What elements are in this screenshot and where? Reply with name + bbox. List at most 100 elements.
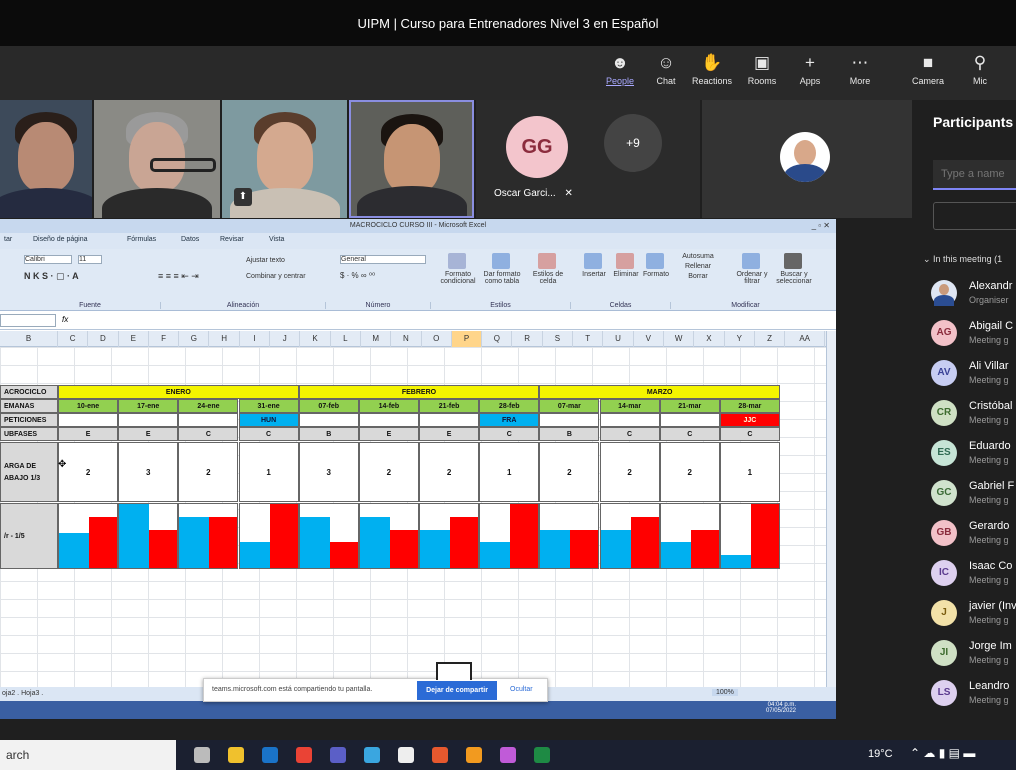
bold-italic-underline-buttons[interactable]: N K S · ▢ · A [24, 271, 79, 282]
column-header[interactable]: B [0, 331, 58, 347]
column-header[interactable]: G [179, 331, 210, 347]
video-tile-3[interactable]: ⬆ [222, 100, 347, 218]
participant-item[interactable]: JI Jorge Im Meeting g [931, 636, 1016, 674]
participant-item[interactable]: GB Gerardo Meeting g [931, 516, 1016, 554]
taskbar-app-icon[interactable] [228, 747, 244, 763]
ribbon-button[interactable]: Rellenar [674, 263, 722, 270]
column-header[interactable]: N [391, 331, 422, 347]
column-header[interactable]: Y [725, 331, 755, 347]
close-icon[interactable]: _ ▫ ✕ [812, 219, 830, 233]
menu-tab-1[interactable]: Diseño de página [33, 236, 88, 243]
menu-tab-5[interactable]: Vista [269, 236, 284, 243]
sheet-tabs[interactable]: oja2 . Hoja3 . [2, 690, 43, 697]
zoom-level[interactable]: 100% [712, 689, 738, 696]
font-size-select[interactable]: 11 [78, 255, 102, 264]
vertical-scrollbar[interactable] [826, 331, 836, 687]
video-tile-organiser[interactable] [702, 100, 912, 218]
ribbon-button[interactable]: Borrar [674, 273, 722, 280]
participant-item[interactable]: ES Eduardo Meeting g [931, 436, 1016, 474]
column-header[interactable]: I [240, 331, 271, 347]
participant-item[interactable]: Alexandr Organiser [931, 276, 1016, 314]
menu-tab-3[interactable]: Datos [181, 236, 199, 243]
column-header[interactable]: Q [482, 331, 513, 347]
column-header[interactable]: X [694, 331, 725, 347]
taskbar-app-icon[interactable] [398, 747, 414, 763]
merge-center-button[interactable]: Combinar y centrar [246, 273, 306, 280]
ribbon-button[interactable]: Autosuma [674, 253, 722, 260]
font-name-select[interactable]: Calibri [24, 255, 72, 264]
column-header[interactable]: F [149, 331, 180, 347]
taskbar-app-icon[interactable] [330, 747, 346, 763]
column-header[interactable]: T [573, 331, 604, 347]
column-header[interactable]: S [543, 331, 574, 347]
column-header[interactable]: O [422, 331, 452, 347]
toolbar-reactions-button[interactable]: ✋ Reactions [690, 50, 734, 96]
toolbar-mic-button[interactable]: ⚲ Mic [958, 50, 1002, 96]
taskbar-app-icon[interactable] [296, 747, 312, 763]
avatar-gg[interactable]: GG [506, 116, 568, 178]
taskbar-app-icon[interactable] [262, 747, 278, 763]
participant-item[interactable]: LS Leandro Meeting g [931, 676, 1016, 714]
align-buttons[interactable]: ≡ ≡ ≡ ⇤ ⇥ [158, 271, 199, 282]
column-header[interactable]: Z [755, 331, 786, 347]
number-format-select[interactable]: General [340, 255, 426, 264]
column-header[interactable]: C [58, 331, 89, 347]
wrap-text-button[interactable]: Ajustar texto [246, 257, 285, 264]
toolbar-more-button[interactable]: ⋯ More [838, 50, 882, 96]
hide-button[interactable]: Ocultar [510, 686, 533, 693]
name-box[interactable] [0, 314, 56, 327]
toolbar-people-button[interactable]: ☻ People [598, 50, 642, 96]
menu-tab-0[interactable]: tar [4, 236, 12, 243]
participant-item[interactable]: AG Abigail C Meeting g [931, 316, 1016, 354]
column-header[interactable]: AA [785, 331, 826, 347]
menu-tab-2[interactable]: Fórmulas [127, 236, 156, 243]
pin-icon[interactable]: ⬆ [234, 188, 252, 206]
column-header[interactable]: U [603, 331, 634, 347]
system-tray-icons[interactable]: ⌃ ☁ ▮ ▤ ▬ [910, 746, 975, 760]
weather-temp[interactable]: 19°C [868, 748, 893, 760]
ribbon-button[interactable]: Dar formato como tabla [478, 271, 526, 285]
column-header[interactable]: H [210, 331, 240, 347]
toolbar-chat-button[interactable]: ☺ Chat [644, 50, 688, 96]
taskbar-search[interactable]: arch [0, 740, 176, 770]
column-header[interactable]: V [634, 331, 664, 347]
video-tile-1[interactable] [0, 100, 92, 218]
participant-search[interactable] [933, 160, 1016, 190]
toolbar-camera-button[interactable]: ■ Camera [906, 50, 950, 96]
column-header[interactable]: E [119, 331, 149, 347]
overflow-participants[interactable]: +9 [604, 114, 662, 172]
column-header[interactable]: R [513, 331, 543, 347]
meeting-section-header[interactable]: ⌄ In this meeting (1 [923, 254, 1002, 265]
ribbon-button[interactable]: Buscar y seleccionar [770, 271, 818, 285]
video-tile-4-active-speaker[interactable] [349, 100, 474, 218]
ribbon-button[interactable]: Estilos de celda [524, 271, 572, 285]
taskbar-app-icon[interactable] [534, 747, 550, 763]
toolbar-rooms-button[interactable]: ▣ Rooms [740, 50, 784, 96]
participant-search-input[interactable] [933, 160, 1016, 188]
ribbon-button[interactable]: Formato [632, 271, 680, 278]
column-header[interactable]: M [361, 331, 392, 347]
ribbon-button[interactable]: Ordenar y filtrar [728, 271, 776, 285]
menu-tab-4[interactable]: Revisar [220, 236, 244, 243]
participant-item[interactable]: GC Gabriel F Meeting g [931, 476, 1016, 514]
column-header[interactable]: K [300, 331, 331, 347]
spreadsheet-grid[interactable]: ACROCICLO EMANAS PETICIONES UBFASES ARGA DE … [0, 347, 826, 687]
participant-item[interactable]: AV Ali Villar Meeting g [931, 356, 1016, 394]
column-header[interactable]: W [664, 331, 695, 347]
taskbar-app-icon[interactable] [500, 747, 516, 763]
taskbar-app-icon[interactable] [364, 747, 380, 763]
column-header[interactable]: D [88, 331, 119, 347]
participant-item[interactable]: CR Cristóbal Meeting g [931, 396, 1016, 434]
share-invite-button[interactable] [933, 202, 1016, 230]
video-tile-2[interactable] [94, 100, 220, 218]
column-header[interactable]: J [270, 331, 301, 347]
taskbar-app-icon[interactable] [466, 747, 482, 763]
number-buttons[interactable]: $ · % ∞ ⁰⁰ [340, 271, 375, 280]
toolbar-apps-button[interactable]: + Apps [788, 50, 832, 96]
ribbon-button[interactable]: Formato condicional [434, 271, 482, 285]
participant-item[interactable]: Jjavier (Inv Meeting g [931, 596, 1016, 634]
participant-item[interactable]: IC Isaac Co Meeting g [931, 556, 1016, 594]
taskbar-app-icon[interactable] [194, 747, 210, 763]
stop-sharing-button[interactable]: Dejar de compartir [417, 681, 497, 700]
column-header[interactable]: P [451, 331, 483, 347]
